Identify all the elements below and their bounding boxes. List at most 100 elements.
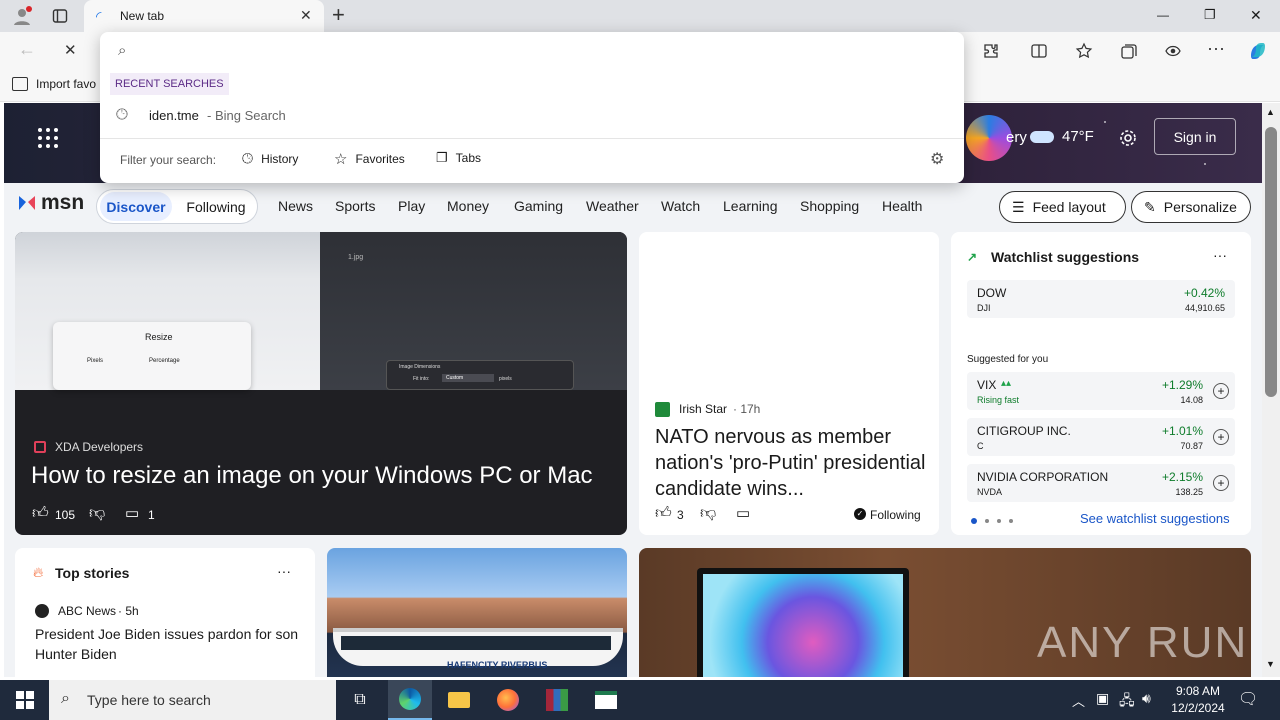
top-stories-more-icon[interactable]: ··· [277,563,291,579]
start-button[interactable] [4,680,46,720]
main-story-headline[interactable]: How to resize an image on your Windows P… [31,462,621,490]
minimize-button[interactable]: — [1157,8,1169,22]
taskbar-search[interactable]: ⌕ Type here to search [49,680,336,720]
add-to-watchlist-icon[interactable]: + [1213,429,1229,445]
stock-row-dow[interactable]: DOW DJI +0.42% 44,910.65 [967,280,1235,318]
page-scrollbar[interactable]: ▲ ▼ [1262,103,1280,677]
carousel-dots[interactable] [971,518,1013,524]
browser-essentials-icon[interactable] [1162,40,1184,62]
stock-price: 70.87 [1180,441,1203,451]
nav-play[interactable]: Play [398,198,425,214]
volume-icon[interactable]: 🔊︎ [1142,690,1151,707]
scroll-down-icon[interactable]: ▼ [1266,659,1275,669]
watchlist-more-icon[interactable]: ··· [1213,247,1227,263]
like-icon[interactable]: 👍︎ [32,504,49,523]
nav-health[interactable]: Health [882,198,922,214]
boat-text: HAFENCITY RIVERBUS [447,660,548,670]
extensions-icon[interactable] [980,40,1002,62]
stop-loading-icon[interactable]: ✕ [64,41,77,59]
stock-row-citigroup[interactable]: CITIGROUP INC. C +1.01% 70.87 + [967,418,1235,456]
favorites-star-icon[interactable] [1073,40,1095,62]
nav-weather[interactable]: Weather [586,198,639,214]
xda-logo-icon [34,441,46,453]
img-pixels-label: Pixels [87,358,104,364]
edge-taskbar-icon[interactable] [388,680,432,720]
filter-tabs[interactable]: ❐ Tabs [436,150,481,166]
back-icon[interactable]: ← [18,39,36,60]
add-to-watchlist-icon[interactable]: + [1213,383,1229,399]
nav-learning[interactable]: Learning [723,198,778,214]
dislike-icon[interactable]: 👎︎ [89,504,105,523]
recent-search-item[interactable]: 🕒︎ iden.tme - Bing Search [100,102,964,130]
sign-in-button[interactable]: Sign in [1154,118,1236,155]
feed-layout-button[interactable]: ☰ Feed layout [999,191,1126,223]
img-custom-label: Custom [442,374,494,382]
winrar-icon[interactable] [535,680,579,720]
nav-money[interactable]: Money [447,198,489,214]
tray-chevron-icon[interactable]: ︿ [1072,691,1085,710]
tray-app-icon[interactable]: ▣ [1096,690,1109,707]
add-to-watchlist-icon[interactable]: + [1213,475,1229,491]
tab-discover[interactable]: Discover [100,192,172,221]
close-window-button[interactable]: ✕ [1250,7,1262,24]
scroll-thumb[interactable] [1265,127,1277,397]
tab-actions-icon[interactable] [46,4,74,28]
comment-icon[interactable]: ▭ [736,504,750,522]
task-view-icon[interactable]: ⧉ [338,680,382,720]
stock-ticker: DJI [977,303,991,313]
nav-gaming[interactable]: Gaming [514,198,563,214]
stock-price: 14.08 [1180,395,1203,405]
msn-logo[interactable]: msn [16,191,84,215]
tab-following[interactable]: Following [179,192,253,221]
network-icon[interactable]: 🖧︎ [1119,690,1135,714]
restore-button[interactable]: ❐ [1204,7,1216,23]
import-favorites-link[interactable]: Import favo [12,77,96,91]
copilot-icon[interactable] [1245,38,1271,64]
top-story-headline[interactable]: President Joe Biden issues pardon for so… [35,624,305,664]
split-screen-icon[interactable] [1028,40,1050,62]
new-tab-button[interactable]: + [332,2,345,28]
app-window-icon[interactable] [584,680,628,720]
app-launcher-icon[interactable] [38,128,58,148]
nav-sports[interactable]: Sports [335,198,375,214]
dislike-icon[interactable]: 👎︎ [700,504,716,523]
second-story-card[interactable]: Irish Star · 17h NATO nervous as member … [639,232,939,535]
scroll-up-icon[interactable]: ▲ [1266,107,1275,117]
top-story-source: ABC News [58,604,117,618]
clock-time[interactable]: 9:08 AM [1172,684,1224,698]
profile-icon[interactable] [8,4,36,28]
nav-watch[interactable]: Watch [661,198,700,214]
see-watchlist-link[interactable]: See watchlist suggestions [1080,511,1230,526]
personalize-button[interactable]: ✎ Personalize [1131,191,1251,223]
like-icon[interactable]: 👍︎ [655,504,672,523]
img-file-label: 1.jpg [348,254,364,261]
wallpaper-card[interactable]: ANY RUN [639,548,1251,677]
settings-more-icon[interactable]: ··· [1207,38,1225,59]
notifications-icon[interactable]: 🗨︎ [1238,689,1258,709]
nav-shopping[interactable]: Shopping [800,198,859,214]
filter-tabs-label: Tabs [455,151,482,165]
stock-ticker: NVDA [977,487,1003,497]
stock-row-nvidia[interactable]: NVIDIA CORPORATION NVDA +2.15% 138.25 + [967,464,1235,502]
boat-image-card[interactable]: HAFENCITY RIVERBUS [327,548,627,677]
following-label[interactable]: Following [870,508,921,522]
filter-favorites[interactable]: ☆ Favorites [334,150,405,168]
second-story-headline[interactable]: NATO nervous as member nation's 'pro-Put… [655,424,927,500]
dropdown-settings-icon[interactable]: ⚙ [930,149,944,169]
nav-news[interactable]: News [278,198,313,214]
close-tab-icon[interactable]: ✕ [300,7,312,24]
stock-name: CITIGROUP INC. [977,424,1071,438]
address-bar-input[interactable] [140,38,940,64]
page-settings-icon[interactable] [1116,126,1140,150]
file-explorer-icon[interactable] [437,680,481,720]
main-story-card[interactable]: Resize Pixels Percentage 1.jpg Image Dim… [15,232,627,535]
weather-temp[interactable]: 47°F [1062,128,1094,145]
comment-icon[interactable]: ▭ [125,504,139,522]
browser-tab[interactable]: ◜ New tab ✕ [84,0,324,32]
clock-date[interactable]: 12/2/2024 [1167,701,1229,715]
filter-history[interactable]: 🕒︎ History [242,150,298,167]
firefox-icon[interactable] [486,680,530,720]
hero-partial-text: ery [1006,129,1027,146]
stock-row-vix[interactable]: VIX ▴▴ Rising fast +1.29% 14.08 + [967,372,1235,410]
collections-icon[interactable] [1118,40,1140,62]
